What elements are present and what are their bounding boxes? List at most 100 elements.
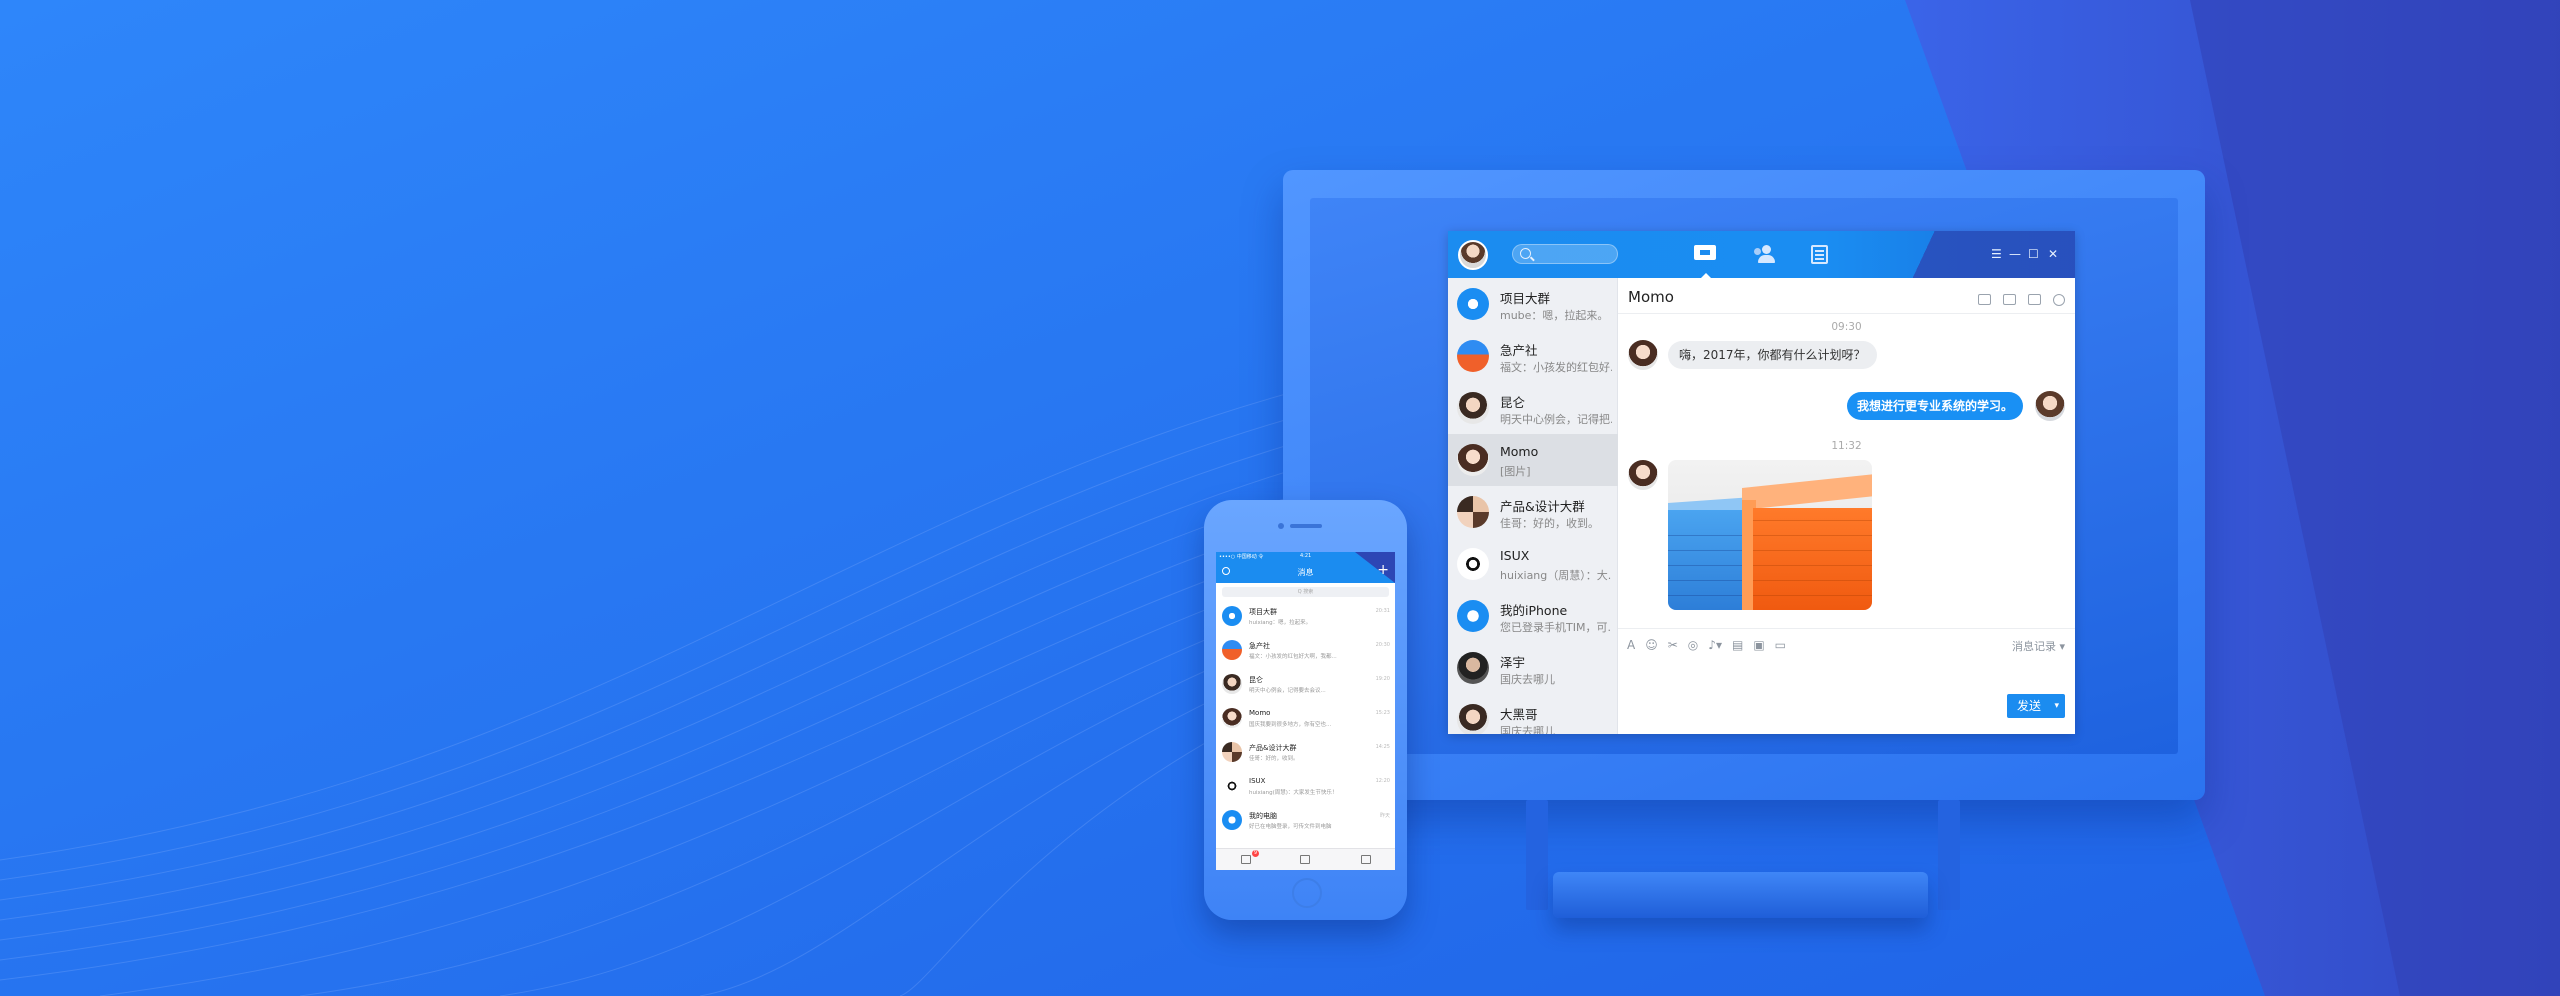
phone-conversation-name: 昆仑 [1249, 676, 1263, 684]
monitor-stand-base [1553, 872, 1928, 918]
minimize-button[interactable]: — [2009, 248, 2021, 260]
conversation-item[interactable]: 急产社 福文：小孩发的红包好... [1448, 330, 1618, 382]
my-avatar-chat[interactable] [2035, 391, 2065, 421]
phone-conversation-name: 急产社 [1249, 642, 1270, 650]
phone-conversation-preview: 福文：小孩发的红包好大啊，我都... [1249, 654, 1337, 660]
chat-toolbar [1966, 289, 2065, 308]
document-icon [1811, 245, 1828, 264]
phone-conversation-item[interactable]: 产品&设计大群 佳哥：好的，收到。 14:25 [1216, 736, 1395, 770]
phone-conversation-name: ISUX [1249, 777, 1266, 785]
conversation-preview: 明天中心例会，记得把... [1500, 413, 1612, 426]
font-icon[interactable]: A [1627, 638, 1635, 652]
phone-device: ••••○ 中国移动 令 4:21 消息 + Q 搜索 项目大群 huixiang… [1204, 500, 1407, 920]
conversation-preview: mube：嗯，拉起来。 [1500, 309, 1609, 322]
phone-call-icon[interactable] [1978, 294, 1991, 305]
conversation-item[interactable]: 我的iPhone 您已登录手机TIM，可... [1448, 590, 1618, 642]
conversation-list: 项目大群 mube：嗯，拉起来。急产社 福文：小孩发的红包好... 昆仑 明天中心例会，… [1448, 278, 1618, 734]
phone-conversation-time: 20:30 [1375, 642, 1390, 648]
conversation-item[interactable]: 昆仑 明天中心例会，记得把... [1448, 382, 1618, 434]
message-history-button[interactable]: 消息记录 ▾ [2012, 638, 2065, 654]
phone-conversation-avatar [1222, 742, 1242, 762]
phone-title: 消息 [1297, 568, 1314, 577]
momo-avatar[interactable] [1628, 460, 1658, 490]
phone-conversation-avatar [1222, 674, 1242, 694]
send-button[interactable]: 发送 [2007, 694, 2065, 718]
message-time: 11:32 [1831, 440, 1862, 452]
my-avatar[interactable] [1458, 240, 1488, 270]
conversation-avatar [1457, 496, 1489, 528]
phone-conversation-item[interactable]: 我的电脑 好已在电脑登录，可传文件到电脑 昨天 [1216, 804, 1395, 838]
picture-icon[interactable]: ▣ [1753, 638, 1764, 652]
phone-tab-contacts-icon[interactable] [1300, 855, 1310, 864]
tab-docs[interactable] [1808, 243, 1832, 265]
emoji-icon[interactable]: ☺ [1645, 638, 1658, 652]
phone-conversation-item[interactable]: Momo 国庆我要到很多地方，你有空也... 15:23 [1216, 702, 1395, 736]
momo-avatar[interactable] [1628, 340, 1658, 370]
conversation-preview: [图片] [1500, 465, 1531, 478]
phone-home-button[interactable] [1292, 878, 1322, 908]
message-time: 09:30 [1831, 321, 1862, 333]
conversation-name: 项目大群 [1500, 291, 1551, 306]
phone-conversation-name: 产品&设计大群 [1249, 744, 1297, 752]
phone-conversation-time: 15:23 [1375, 710, 1390, 716]
add-icon[interactable]: + [1377, 562, 1389, 578]
tab-contacts[interactable] [1754, 243, 1778, 265]
title-bar: ☰ — ☐ ✕ [1448, 231, 2075, 279]
phone-speaker [1290, 524, 1322, 528]
phone-conversation-item[interactable]: 项目大群 huixiang：嗯，拉起来。 20:31 [1216, 600, 1395, 634]
phone-conversation-name: 我的电脑 [1249, 812, 1277, 820]
unread-badge: 9 [1252, 850, 1259, 857]
message-icon [1694, 245, 1716, 260]
tab-messages[interactable] [1694, 243, 1718, 265]
conversation-item[interactable]: 泽宇 国庆去哪儿 [1448, 642, 1618, 694]
menu-icon[interactable]: ☰ [1991, 248, 2002, 260]
conversation-avatar [1457, 340, 1489, 372]
video-call-icon[interactable] [2003, 294, 2016, 305]
conversation-item[interactable]: 大黑哥 国庆去哪儿 [1448, 694, 1618, 734]
phone-conversation-item[interactable]: 急产社福文：小孩发的红包好大啊，我都... 20:30 [1216, 634, 1395, 668]
file-icon[interactable]: ▤ [1732, 638, 1743, 652]
close-button[interactable]: ✕ [2048, 248, 2058, 260]
image-message[interactable] [1668, 460, 1872, 610]
maximize-button[interactable]: ☐ [2028, 248, 2039, 260]
conversation-item[interactable]: ISUX huixiang（周慧）：大... [1448, 538, 1618, 590]
conversation-avatar [1457, 392, 1489, 424]
share-screen-icon[interactable] [2028, 294, 2041, 305]
settings-icon[interactable] [2053, 293, 2065, 306]
conversation-item[interactable]: 项目大群 mube：嗯，拉起来。 [1448, 278, 1618, 330]
phone-conversation-preview: 佳哥：好的，收到。 [1249, 756, 1299, 762]
phone-status-bar: ••••○ 中国移动 令 [1219, 554, 1264, 560]
conversation-preview: huixiang（周慧）：大... [1500, 569, 1612, 582]
conversation-preview: 国庆去哪儿 [1500, 725, 1555, 734]
phone-conversation-avatar [1222, 606, 1242, 626]
phone-conversation-name: 项目大群 [1249, 608, 1277, 616]
conversation-avatar [1457, 600, 1489, 632]
scissors-icon[interactable]: ✂ [1668, 638, 1678, 652]
phone-tab-work-icon[interactable] [1361, 855, 1371, 864]
phone-conversation-avatar [1222, 776, 1242, 796]
phone-conversation-item[interactable]: 昆仑 明天中心例会，记得要去会议... 19:20 [1216, 668, 1395, 702]
conversation-preview: 您已登录手机TIM，可... [1500, 621, 1612, 634]
phone-search-input[interactable]: Q 搜索 [1222, 587, 1389, 597]
tim-desktop-window: ☰ — ☐ ✕ 项目大群 mube：嗯，拉起来。急产社 福文：小孩发的红包好... 昆… [1448, 231, 2075, 734]
message-bubble-right: 我想进行更专业系统的学习。 [1846, 392, 2023, 420]
conversation-name: 我的iPhone [1500, 603, 1568, 618]
folder-icon[interactable]: ▭ [1775, 638, 1786, 652]
phone-conversation-avatar [1222, 708, 1242, 728]
phone-tab-bar: 9 [1216, 848, 1395, 870]
phone-camera [1278, 523, 1284, 529]
phone-conversation-time: 12:20 [1375, 778, 1390, 784]
conversation-preview: 国庆去哪儿 [1500, 673, 1555, 686]
conversation-avatar [1457, 704, 1489, 734]
conversation-item[interactable]: Momo [图片] [1448, 434, 1618, 486]
microphone-icon[interactable]: ♪▾ [1708, 638, 1722, 652]
message-bubble-left: 嗨，2017年，你都有什么计划呀？ [1668, 341, 1877, 369]
phone-conversation-item[interactable]: ISUX huixiang(周慧)：大家发生节快乐！ 12:20 [1216, 770, 1395, 804]
sticker-icon[interactable]: ◎ [1688, 638, 1698, 652]
search-input[interactable] [1512, 244, 1618, 264]
phone-conversation-avatar [1222, 640, 1242, 660]
phone-tab-messages-icon[interactable] [1241, 855, 1251, 864]
conversation-item[interactable]: 产品&设计大群 佳哥：好的，收到。 [1448, 486, 1618, 538]
conversation-name: Momo [1500, 444, 1539, 459]
input-toolbar: A ☺ ✂ ◎ ♪▾ ▤ ▣ ▭ [1627, 638, 1796, 652]
